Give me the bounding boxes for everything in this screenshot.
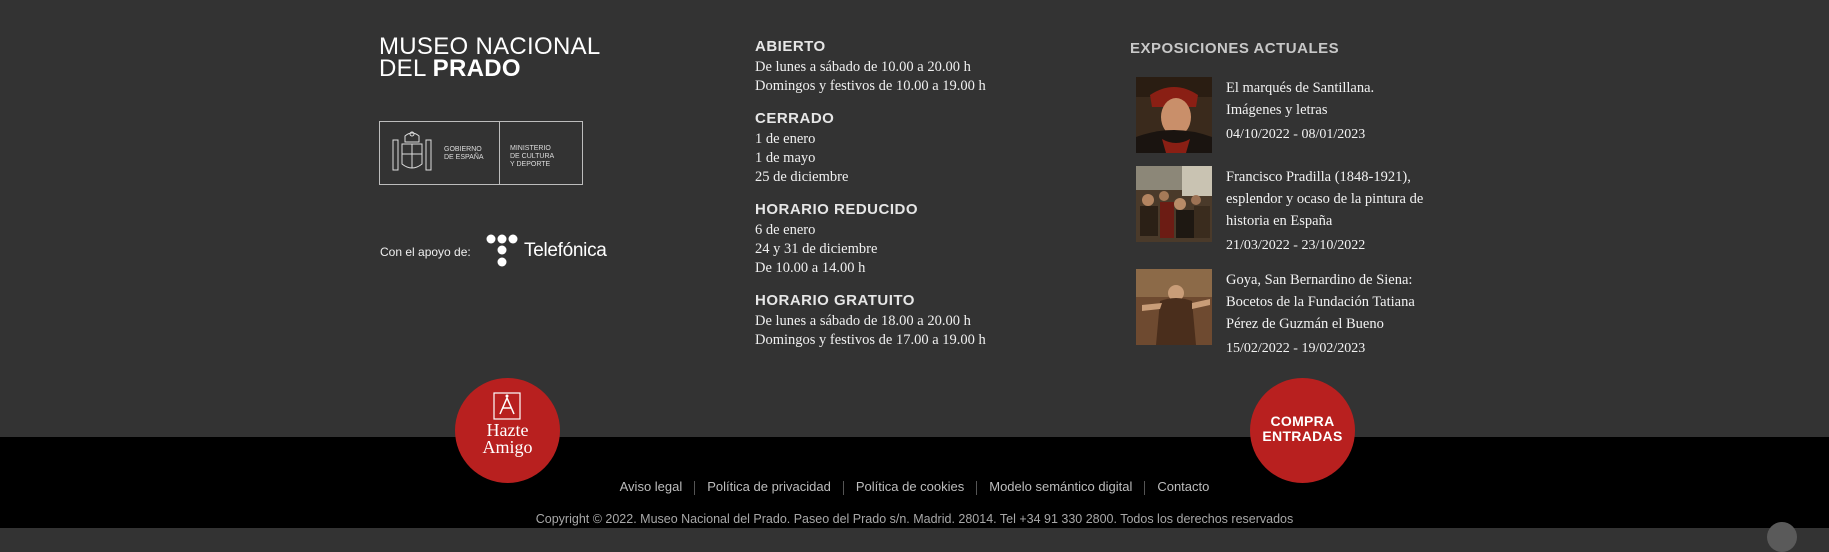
exhibition-name[interactable]: El marqués de Santillana. Imágenes y let… [1226, 77, 1456, 121]
logo-prefix: DEL [379, 55, 433, 82]
exhibition-name-line: Pérez de Guzmán el Bueno [1226, 316, 1384, 332]
hours-line: 24 y 31 de diciembre [755, 241, 878, 257]
opening-hours: ABIERTO De lunes a sábado de 10.00 a 20.… [755, 38, 1055, 364]
hours-heading: CERRADO [755, 110, 835, 127]
spain-coat-of-arms-icon [392, 131, 432, 171]
exhibition-thumbnail[interactable] [1136, 269, 1212, 345]
link-politica-cookies[interactable]: Política de cookies [844, 479, 976, 494]
hours-cerrado: CERRADO 1 de enero 1 de mayo 25 de dicie… [755, 110, 1055, 187]
crowd-painting-image-icon [1136, 166, 1212, 242]
support-label: Con el apoyo de: [380, 245, 471, 259]
compra-line-1: COMPRA [1270, 413, 1335, 429]
copyright-text: Copyright © 2022. Museo Nacional del Pra… [535, 512, 1294, 526]
link-contacto[interactable]: Contacto [1145, 479, 1221, 494]
exhibition-text: El marqués de Santillana. Imágenes y let… [1226, 77, 1456, 145]
hours-heading: ABIERTO [755, 38, 826, 55]
gobierno-line-2: DE ESPAÑA [444, 154, 484, 161]
hours-heading: HORARIO GRATUITO [755, 292, 915, 309]
exhibition-thumbnail[interactable] [1136, 77, 1212, 153]
ministerio-line-1: MINISTERIO [510, 145, 551, 152]
hazte-amigo-button[interactable]: Hazte Amigo [455, 378, 560, 483]
exhibition-thumbnail[interactable] [1136, 166, 1212, 242]
prado-logo[interactable]: MUSEO NACIONAL DEL PRADO [379, 35, 601, 82]
logo-bold: PRADO [432, 55, 521, 82]
legal-links: Aviso legal Política de privacidad Polític… [0, 479, 1829, 495]
exhibition-name-line: Bocetos de la Fundación Tatiana [1226, 294, 1415, 310]
exhibition-name-line: Francisco Pradilla (1848-1921), [1226, 169, 1411, 185]
hours-line: Domingos y festivos de 10.00 a 19.00 h [755, 78, 986, 94]
government-logo[interactable]: GOBIERNO DE ESPAÑA MINISTERIO DE CULTURA… [379, 121, 583, 185]
hours-heading: HORARIO REDUCIDO [755, 201, 919, 218]
exhibition-name-line: Goya, San Bernardino de Siena: [1226, 272, 1413, 288]
exhibition-name-line: esplendor y ocaso de la pintura de [1226, 191, 1424, 207]
exhibition-text: Francisco Pradilla (1848-1921), esplendo… [1226, 166, 1456, 256]
link-politica-privacidad[interactable]: Política de privacidad [695, 479, 843, 494]
compra-entradas-button[interactable]: COMPRA ENTRADAS [1250, 378, 1355, 483]
link-aviso-legal[interactable]: Aviso legal [608, 479, 695, 494]
amigos-logo-icon [493, 392, 521, 420]
hours-line: De 10.00 a 14.00 h [755, 260, 866, 276]
hours-gratuito: HORARIO GRATUITO De lunes a sábado de 18… [755, 292, 1055, 350]
exhibition-name[interactable]: Francisco Pradilla (1848-1921), esplendo… [1226, 166, 1456, 232]
hours-reducido: HORARIO REDUCIDO 6 de enero 24 y 31 de d… [755, 201, 1055, 278]
exhibition-dates: 21/03/2022 - 23/10/2022 [1226, 238, 1366, 253]
ministerio-line-2: DE CULTURA [510, 153, 555, 160]
hours-line: 1 de enero [755, 131, 816, 147]
exhibition-text: Goya, San Bernardino de Siena: Bocetos d… [1226, 269, 1456, 359]
hours-line: 6 de enero [755, 222, 816, 238]
link-modelo-semantico[interactable]: Modelo semántico digital [977, 479, 1144, 494]
hours-line: De lunes a sábado de 10.00 a 20.00 h [755, 59, 971, 75]
portrait-image-icon [1136, 77, 1212, 153]
exhibition-dates: 15/02/2022 - 19/02/2023 [1226, 341, 1366, 356]
telefonica-logo-icon[interactable] [486, 234, 520, 268]
hazte-amigo-label: Hazte Amigo [455, 421, 560, 457]
saint-painting-image-icon [1136, 269, 1212, 345]
gov-divider [499, 122, 500, 184]
hours-line: 1 de mayo [755, 150, 816, 166]
telefonica-name[interactable]: Telefónica [524, 240, 607, 262]
hours-line: De lunes a sábado de 18.00 a 20.00 h [755, 313, 971, 329]
ministerio-line-3: Y DEPORTE [510, 161, 551, 168]
compra-entradas-label: COMPRA ENTRADAS [1250, 414, 1355, 444]
logo-line-2: DEL PRADO [379, 55, 601, 82]
exhibition-name-line: Imágenes y letras [1226, 102, 1328, 118]
amigo-line-2: Amigo [482, 437, 533, 457]
hours-abierto: ABIERTO De lunes a sábado de 10.00 a 20.… [755, 38, 1055, 96]
exhibition-name-line: El marqués de Santillana. [1226, 80, 1375, 96]
hours-line: 25 de diciembre [755, 169, 849, 185]
exhibition-name[interactable]: Goya, San Bernardino de Siena: Bocetos d… [1226, 269, 1456, 335]
gobierno-line-1: GOBIERNO [444, 146, 482, 153]
exhibition-name-line: historia en España [1226, 213, 1333, 229]
exhibition-dates: 04/10/2022 - 08/01/2023 [1226, 127, 1366, 142]
scroll-to-top-button[interactable] [1767, 522, 1797, 552]
exhibitions-title: EXPOSICIONES ACTUALES [1130, 40, 1340, 57]
compra-line-2: ENTRADAS [1262, 428, 1343, 444]
gobierno-text: GOBIERNO DE ESPAÑA [444, 146, 484, 162]
ministerio-text: MINISTERIO DE CULTURA Y DEPORTE [510, 145, 554, 169]
hours-line: Domingos y festivos de 17.00 a 19.00 h [755, 332, 986, 348]
